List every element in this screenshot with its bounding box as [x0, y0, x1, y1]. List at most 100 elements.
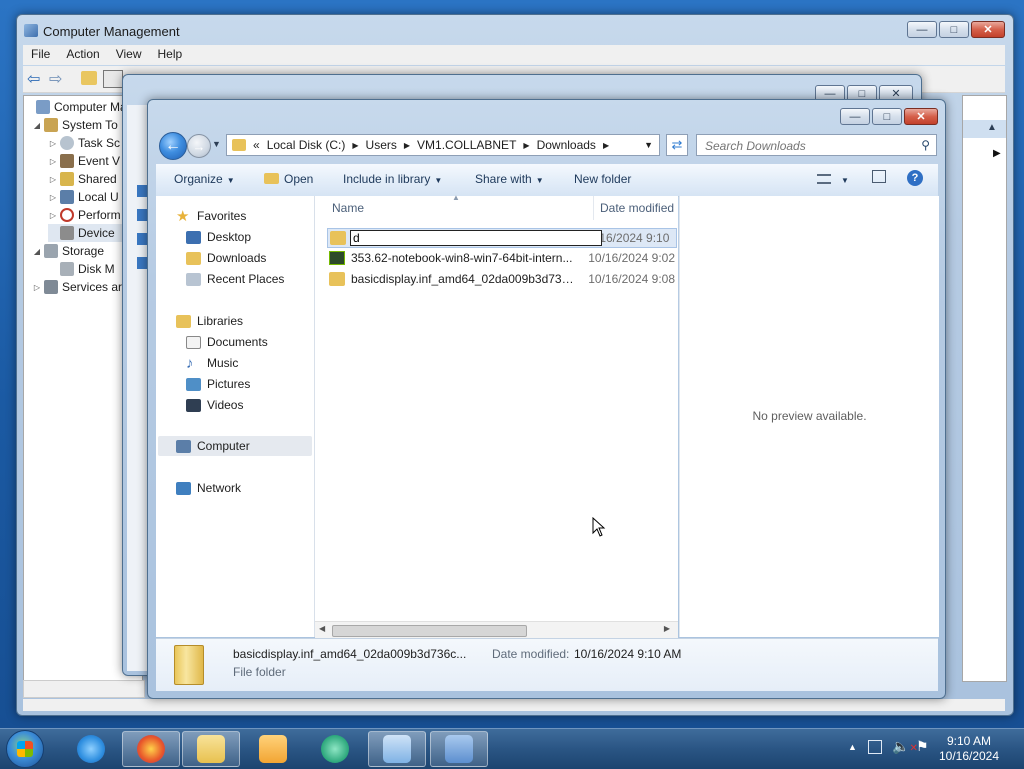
tree-item-performance[interactable]: ▷ Perform	[48, 206, 121, 224]
breadcrumb-separator-icon[interactable]: ▶	[600, 141, 612, 150]
organize-button[interactable]: Organize ▼	[174, 172, 235, 186]
new-folder-button[interactable]: New folder	[574, 172, 631, 186]
start-button[interactable]	[6, 730, 44, 768]
action-center-flag-icon[interactable]: ⚑	[916, 738, 929, 755]
breadcrumb-separator-icon[interactable]: ▶	[520, 141, 532, 150]
refresh-button[interactable]: ⇄	[666, 134, 688, 156]
open-button[interactable]: Open	[264, 172, 313, 186]
taskbar-internet-explorer[interactable]	[62, 731, 120, 767]
tree-scrollbar[interactable]	[23, 680, 145, 698]
tree-label: Task Sc	[78, 136, 121, 150]
preview-pane-button[interactable]	[872, 170, 886, 186]
back-arrow-icon[interactable]: ⇦	[27, 69, 40, 89]
file-row-basicdisplay-folder[interactable]: basicdisplay.inf_amd64_02da009b3d736cc1 …	[329, 269, 675, 289]
file-row-nvidia-driver[interactable]: 353.62-notebook-win8-win7-64bit-intern..…	[329, 248, 675, 268]
taskbar: ▲ 🔈✕ ⚑ 9:10 AM 10/16/2024	[0, 728, 1024, 769]
include-in-library-button[interactable]: Include in library ▼	[343, 172, 442, 186]
breadcrumb-local-disk[interactable]: Local Disk (C:)	[263, 138, 350, 152]
breadcrumb-separator-icon[interactable]: ▶	[349, 141, 361, 150]
nav-desktop[interactable]: Desktop	[186, 227, 251, 247]
search-box[interactable]: ⚲	[696, 134, 937, 156]
taskbar-firefox[interactable]	[122, 731, 180, 767]
computer-icon	[176, 439, 191, 453]
show-hidden-icons-icon[interactable]: ▲	[848, 742, 857, 752]
tree-item-event-viewer[interactable]: ▷ Event V	[48, 152, 120, 170]
address-dropdown-icon[interactable]: ▼	[644, 140, 653, 150]
nav-favorites[interactable]: ★ Favorites	[176, 206, 246, 226]
up-folder-icon[interactable]	[81, 71, 97, 85]
taskbar-media-player[interactable]	[244, 731, 302, 767]
volume-muted-icon[interactable]: 🔈✕	[892, 738, 918, 755]
clock[interactable]: 9:10 AM 10/16/2024	[934, 734, 1004, 764]
nav-libraries[interactable]: Libraries	[176, 311, 243, 331]
taskbar-network-app[interactable]	[430, 731, 488, 767]
nav-computer[interactable]: Computer	[158, 436, 312, 456]
recent-pages-chevron-icon[interactable]: ▼	[212, 139, 221, 149]
mouse-cursor-icon	[592, 517, 606, 537]
tree-item-task-scheduler[interactable]: ▷ Task Sc	[48, 134, 120, 152]
minimize-button[interactable]: —	[840, 108, 870, 125]
search-input[interactable]	[703, 138, 907, 154]
share-with-button[interactable]: Share with ▼	[475, 172, 544, 186]
expand-arrow-icon[interactable]: ▷	[48, 157, 58, 166]
nav-videos[interactable]: Videos	[186, 395, 243, 415]
scroll-right-icon[interactable]: ▶	[664, 624, 670, 633]
menu-action[interactable]: Action	[58, 45, 107, 65]
chevron-up-icon[interactable]: ▲	[987, 122, 997, 133]
taskbar-file-explorer[interactable]	[182, 731, 240, 767]
network-tray-icon[interactable]	[868, 740, 882, 754]
back-button[interactable]: ←	[159, 132, 187, 160]
search-icon[interactable]: ⚲	[921, 138, 930, 152]
nav-network[interactable]: Network	[176, 478, 241, 498]
menu-view[interactable]: View	[108, 45, 150, 65]
nav-documents[interactable]: Documents	[186, 332, 268, 352]
breadcrumb-users[interactable]: Users	[362, 138, 401, 152]
chevron-right-icon[interactable]: ▶	[993, 148, 1001, 159]
collapse-arrow-icon[interactable]: ◢	[32, 247, 42, 256]
expand-arrow-icon[interactable]: ▷	[48, 175, 58, 184]
breadcrumb-user-folder[interactable]: VM1.COLLABNET	[413, 138, 520, 152]
nav-recent-places[interactable]: Recent Places	[186, 269, 284, 289]
file-list-scrollbar[interactable]: ◀ ▶	[315, 621, 678, 638]
show-hide-tree-icon[interactable]	[103, 70, 123, 88]
nav-music[interactable]: ♪ Music	[186, 353, 238, 373]
tree-item-system-tools[interactable]: ◢ System To	[32, 116, 118, 134]
nav-downloads[interactable]: Downloads	[186, 248, 266, 268]
expand-arrow-icon[interactable]: ▷	[48, 211, 58, 220]
details-modified-label: Date modified:	[492, 647, 570, 661]
column-header-name[interactable]: Name	[332, 196, 364, 220]
taskbar-computer-management[interactable]	[368, 731, 426, 767]
maximize-button[interactable]: □	[872, 108, 902, 125]
help-button[interactable]: ?	[907, 170, 923, 186]
taskbar-sync-app[interactable]	[306, 731, 364, 767]
expand-arrow-icon[interactable]: ▷	[48, 139, 58, 148]
scroll-left-icon[interactable]: ◀	[319, 624, 325, 633]
breadcrumb-separator-icon[interactable]: ▶	[401, 141, 413, 150]
column-header-date-modified[interactable]: Date modified	[593, 196, 674, 220]
window-title: Computer Management	[43, 24, 180, 39]
close-button[interactable]: ✕	[971, 21, 1005, 38]
change-view-button[interactable]: ▼	[817, 172, 849, 186]
tree-item-computer-management[interactable]: Computer Ma	[24, 98, 127, 116]
maximize-button[interactable]: □	[939, 21, 969, 38]
tree-item-storage[interactable]: ◢ Storage	[32, 242, 104, 260]
scroll-thumb[interactable]	[332, 625, 527, 637]
overflow-chevron-icon[interactable]: «	[250, 138, 263, 152]
close-button[interactable]: ✕	[904, 108, 938, 125]
menu-help[interactable]: Help	[150, 45, 191, 65]
menu-file[interactable]: File	[23, 45, 58, 65]
tree-item-disk-management[interactable]: Disk M	[48, 260, 115, 278]
collapse-arrow-icon[interactable]: ◢	[32, 121, 42, 130]
forward-button[interactable]: →	[187, 134, 211, 158]
tree-item-shared-folders[interactable]: ▷ Shared	[48, 170, 117, 188]
expand-arrow-icon[interactable]: ▷	[32, 283, 42, 292]
minimize-button[interactable]: —	[907, 21, 937, 38]
expand-arrow-icon[interactable]: ▷	[48, 193, 58, 202]
breadcrumb-downloads[interactable]: Downloads	[533, 138, 600, 152]
tree-item-local-users[interactable]: ▷ Local U	[48, 188, 119, 206]
address-bar[interactable]: « Local Disk (C:) ▶ Users ▶ VM1.COLLABNE…	[226, 134, 660, 156]
tree-item-services[interactable]: ▷ Services ar	[32, 278, 122, 296]
forward-arrow-icon[interactable]: ⇨	[49, 69, 62, 89]
rename-input[interactable]	[350, 230, 602, 246]
nav-pictures[interactable]: Pictures	[186, 374, 250, 394]
